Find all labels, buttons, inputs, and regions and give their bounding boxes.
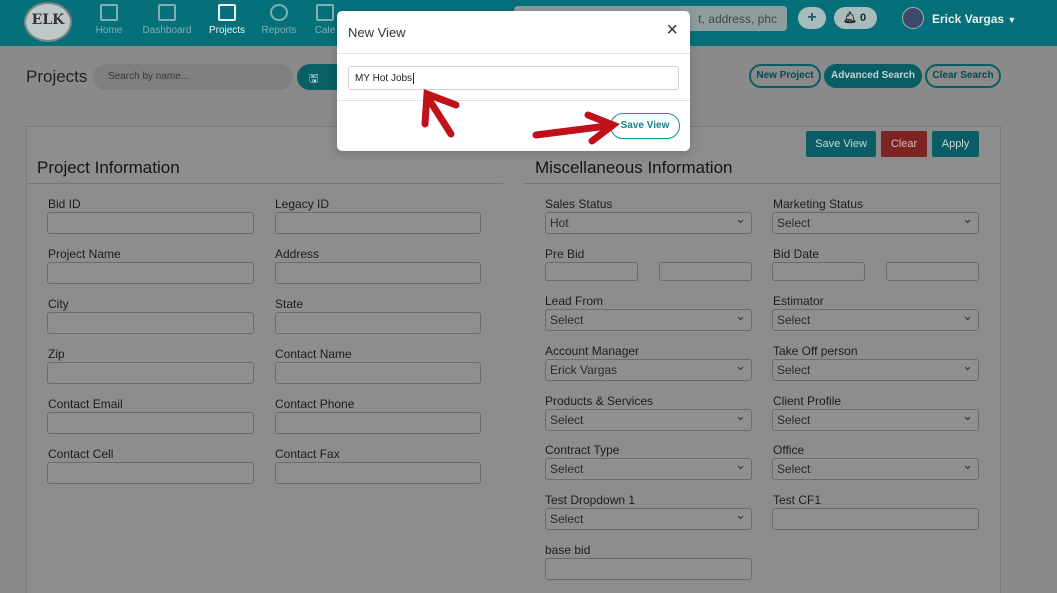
arrow-to-input — [421, 89, 460, 138]
annotation-arrows — [421, 89, 621, 145]
arrow-to-save-button — [532, 111, 621, 145]
